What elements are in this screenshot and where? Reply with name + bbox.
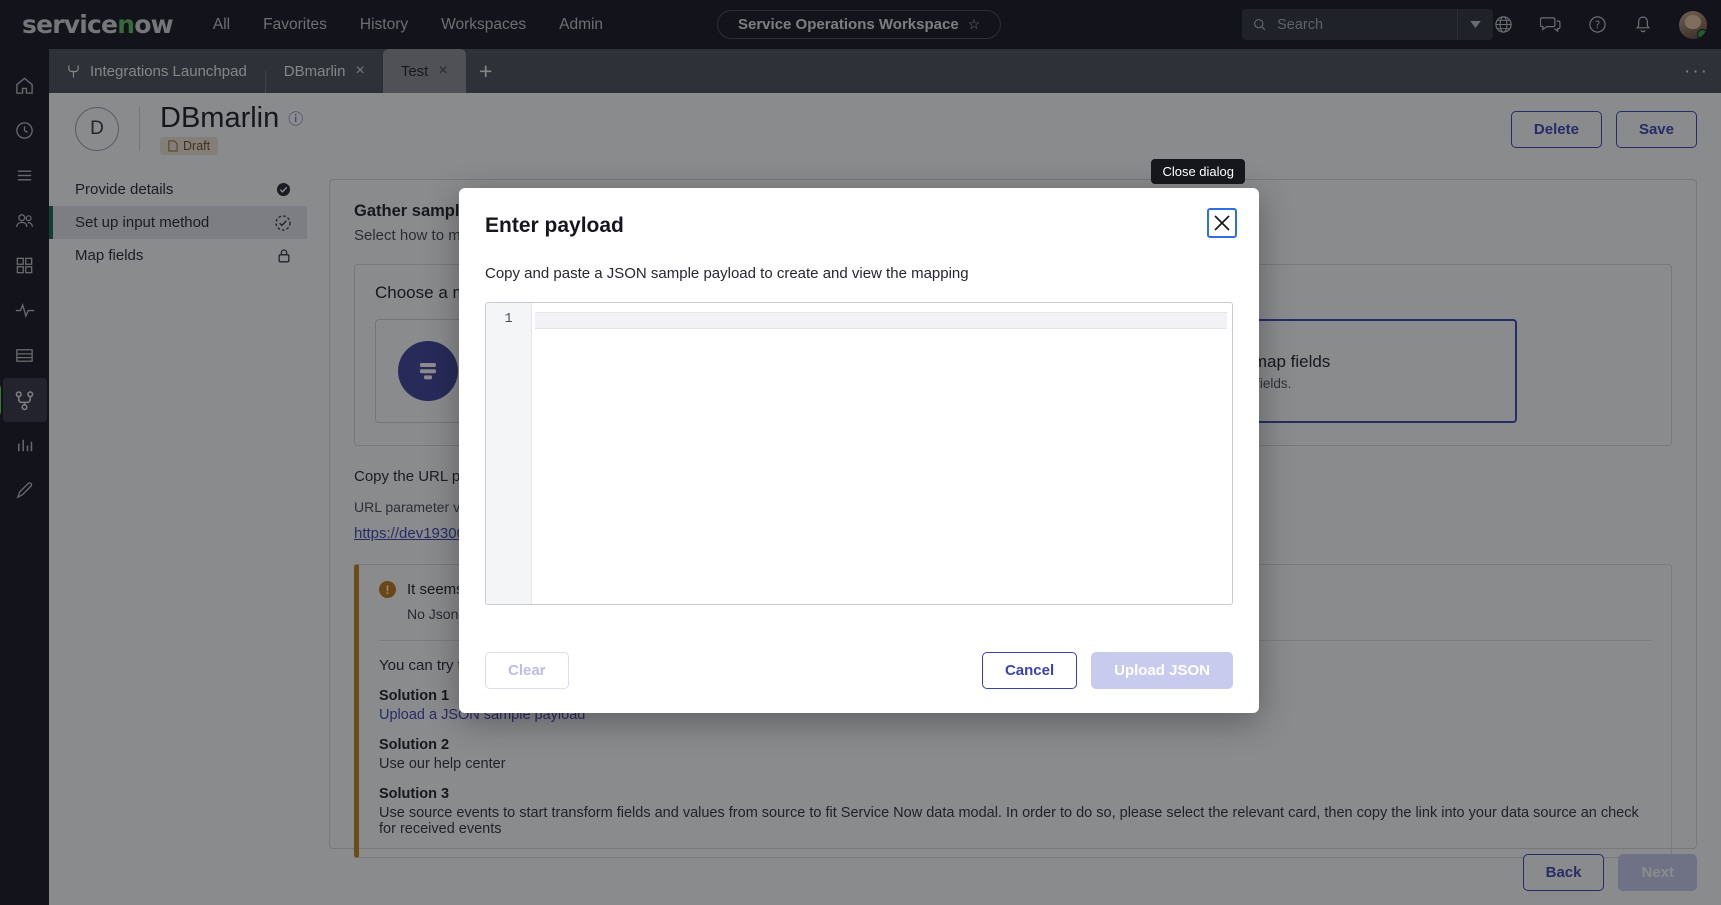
dialog-footer: Clear Cancel Upload JSON [485, 652, 1233, 689]
clear-button: Clear [485, 652, 569, 689]
close-icon [1214, 215, 1230, 231]
editor-active-line [535, 312, 1227, 329]
editor-code-area[interactable] [532, 303, 1232, 604]
upload-json-button: Upload JSON [1091, 652, 1233, 689]
enter-payload-dialog: Close dialog Enter payload Copy and past… [459, 159, 1259, 713]
cancel-button[interactable]: Cancel [981, 652, 1078, 689]
close-dialog-tooltip: Close dialog [1151, 159, 1245, 184]
line-number: 1 [504, 312, 513, 327]
editor-gutter: 1 [486, 303, 532, 604]
close-dialog-button[interactable] [1207, 208, 1237, 238]
json-payload-editor[interactable]: 1 [485, 302, 1233, 605]
app-root: servicenow All Favorites History Workspa… [0, 0, 1721, 905]
dialog-title: Enter payload [485, 214, 624, 237]
dialog-description: Copy and paste a JSON sample payload to … [485, 265, 969, 282]
